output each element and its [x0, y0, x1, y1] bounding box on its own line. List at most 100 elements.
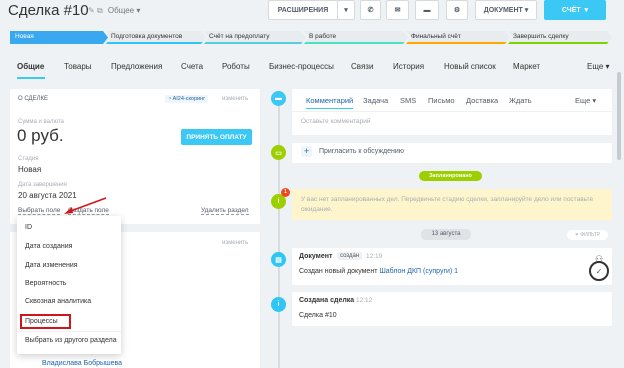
stage-new[interactable]: Новая	[10, 31, 108, 44]
document-label: ДОКУМЕНТ	[483, 6, 523, 14]
copy-icon[interactable]: ⧉	[97, 6, 103, 15]
edit-link[interactable]: изменить	[222, 240, 248, 246]
invoice-button[interactable]: СЧЁТ ▾	[544, 0, 606, 20]
composer-tab-delivery[interactable]: Доставка	[466, 96, 498, 105]
timeline-event-document: Документ создан 12:19 Создан новый докум…	[292, 248, 612, 285]
planned-badge: Запланировано	[419, 171, 482, 181]
tab-market[interactable]: Маркет	[513, 62, 540, 71]
gear-icon: ⚙	[453, 7, 461, 14]
annotation-arrow	[64, 197, 107, 214]
menu-item-analytics[interactable]: Сквозная аналитика	[25, 298, 91, 305]
phone-icon: ✆	[367, 7, 374, 14]
tab-business-processes[interactable]: Бизнес-процессы	[269, 62, 334, 71]
stage-value[interactable]: Новая	[18, 165, 41, 174]
event-title: Создана сделка	[299, 297, 355, 304]
menu-item-modified-date[interactable]: Дата изменения	[25, 262, 78, 269]
event-title: Документ	[299, 253, 333, 260]
edit-icon[interactable]: ✎	[88, 6, 95, 15]
stage-label: Счёт на предоплату	[209, 33, 270, 40]
invoice-label: СЧЁТ	[561, 6, 581, 14]
notice-text: У вас нет запланированных дел. Передвинь…	[301, 196, 594, 213]
document-button[interactable]: ДОКУМЕНТ ▾	[475, 0, 537, 20]
event-body-text: Создан новый документ	[299, 268, 380, 275]
edit-link[interactable]: изменить	[222, 96, 248, 102]
filter-button[interactable]: ⏷ ФИЛЬТР	[567, 230, 608, 240]
composer-more-label: Еще	[575, 96, 591, 105]
stage-prepay[interactable]: Счёт на предоплату	[204, 31, 306, 44]
category-label: Общее	[107, 6, 135, 15]
filter-label: ФИЛЬТР	[580, 232, 601, 238]
tab-offers[interactable]: Предложения	[111, 62, 162, 71]
chat-icon: ▬	[423, 6, 431, 14]
card-title: О СДЕЛКЕ	[18, 96, 49, 102]
discussion-icon: ▭	[271, 145, 286, 160]
stage-color-bar	[508, 42, 612, 44]
comment-input[interactable]: Оставьте комментарий	[301, 118, 371, 125]
scrollbar[interactable]	[617, 72, 621, 160]
timeline-event-deal-created: Создана сделка 12:12 Сделка #10	[292, 292, 612, 326]
event-status-badge: создан	[337, 252, 363, 260]
stage-label: Финальный счёт	[411, 33, 461, 40]
composer-tab-more[interactable]: Еще ▾	[575, 96, 596, 105]
tab-history[interactable]: История	[393, 62, 424, 71]
stage-label: Подготовка документов	[111, 33, 183, 40]
composer-tab-email[interactable]: Письмо	[428, 96, 455, 105]
select-field-link[interactable]: Выбрать поле	[18, 207, 61, 215]
stage-in-work[interactable]: В работе	[304, 31, 408, 44]
event-time: 12:19	[366, 253, 383, 260]
header: Сделка #10 ✎ ⧉ Общее ▾ РАСШИРЕНИЯ ▾ ✆ ✉ …	[0, 0, 624, 26]
processes-highlight-box	[20, 314, 71, 329]
tab-robots[interactable]: Роботы	[222, 62, 250, 71]
email-button[interactable]: ✉	[386, 0, 409, 20]
extensions-button[interactable]: РАСШИРЕНИЯ	[268, 0, 338, 20]
chevron-down-icon: ▾	[344, 7, 348, 14]
stage-color-bar	[204, 42, 306, 44]
extensions-dropdown-button[interactable]: ▾	[337, 0, 355, 20]
active-tab-indicator	[17, 77, 45, 79]
tab-more[interactable]: Еще ▾	[587, 62, 610, 71]
filter-icon: ⏷	[574, 232, 579, 238]
invite-to-discussion[interactable]: + Пригласить к обсуждению	[292, 143, 612, 163]
activity-composer: Комментарий Задача SMS Письмо Доставка Ж…	[292, 89, 612, 135]
mail-icon: ✉	[394, 7, 401, 14]
phone-button[interactable]: ✆	[360, 0, 381, 20]
no-activities-notice: У вас нет запланированных дел. Передвинь…	[292, 189, 612, 220]
stage-final-invoice[interactable]: Финальный счёт	[406, 31, 510, 44]
invite-label: Пригласить к обсуждению	[319, 148, 405, 155]
amount-value: 0 руб.	[17, 126, 64, 145]
stage-docs[interactable]: Подготовка документов	[106, 31, 206, 44]
accept-payment-button[interactable]: ПРИНЯТЬ ОПЛАТУ	[181, 129, 252, 145]
composer-tab-task[interactable]: Задача	[363, 96, 388, 105]
deal-info-card: О СДЕЛКЕ ◔ AI24-скоринг изменить Сумма и…	[10, 89, 260, 224]
tab-general[interactable]: Общие	[17, 62, 44, 71]
active-composer-tab-indicator	[306, 108, 353, 109]
stage-complete[interactable]: Завершить сделку	[508, 31, 612, 44]
comment-icon: ▬	[271, 91, 286, 106]
cursor-pointer-icon: ✓	[589, 261, 609, 281]
composer-tab-wait[interactable]: Ждать	[509, 96, 532, 105]
menu-item-id[interactable]: ID	[25, 224, 32, 231]
chat-button[interactable]: ▬	[415, 0, 439, 20]
timeline-line	[278, 95, 280, 368]
event-time: 12:12	[356, 297, 373, 304]
delete-section-link[interactable]: Удалить раздел	[201, 207, 249, 215]
page-title: Сделка #10	[8, 2, 89, 19]
stage-label: Стадия	[18, 156, 39, 162]
tab-new-list[interactable]: Новый список	[444, 62, 496, 71]
tab-products[interactable]: Товары	[64, 62, 92, 71]
responsible-user[interactable]: Владислава Бобрышева	[42, 360, 122, 367]
menu-item-other-section[interactable]: Выбрать из другого раздела	[25, 337, 117, 344]
composer-tab-sms[interactable]: SMS	[400, 96, 416, 105]
tab-invoices[interactable]: Счета	[181, 62, 203, 71]
end-date-label: Дата завершения	[18, 182, 67, 188]
extensions-label: РАСШИРЕНИЯ	[277, 6, 329, 14]
tab-links[interactable]: Связи	[351, 62, 373, 71]
settings-button[interactable]: ⚙	[446, 0, 468, 20]
menu-item-created-date[interactable]: Дата создания	[25, 243, 72, 250]
category-dropdown[interactable]: Общее ▾	[108, 6, 140, 15]
composer-tab-comment[interactable]: Комментарий	[306, 96, 353, 105]
ai-scoring-badge[interactable]: ◔ AI24-скоринг	[165, 95, 209, 103]
document-link[interactable]: Шаблон ДКП (супруги) 1	[379, 268, 458, 275]
menu-item-probability[interactable]: Вероятность	[25, 280, 66, 287]
date-separator: 13 августа	[421, 229, 471, 240]
